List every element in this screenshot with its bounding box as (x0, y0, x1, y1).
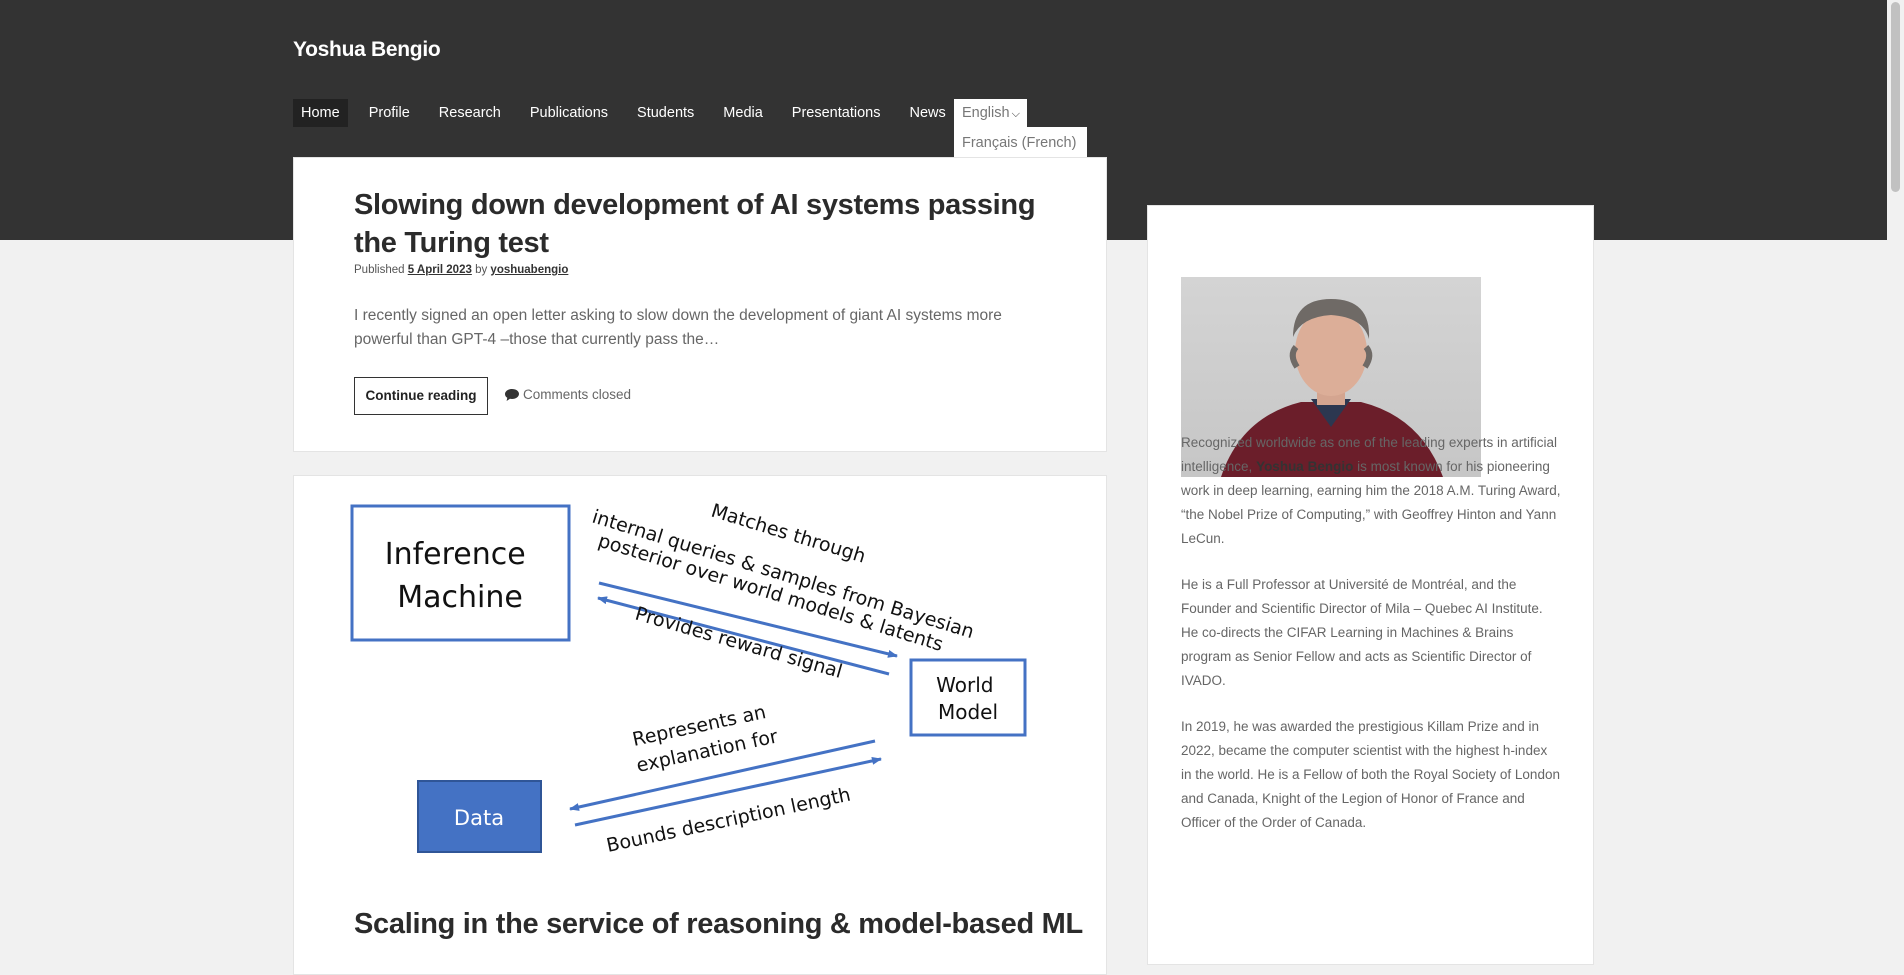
reasoning-diagram: Inference Machine World Model Data Match… (350, 500, 1027, 857)
post-meta: Published 5 April 2023 by yoshuabengio (354, 264, 568, 276)
nav-students[interactable]: Students (629, 99, 702, 127)
nav-home[interactable]: Home (293, 99, 348, 127)
nav-profile[interactable]: Profile (361, 99, 418, 127)
bio-paragraph-2: He is a Full Professor at Université de … (1181, 577, 1543, 688)
post-card-2: Inference Machine World Model Data Match… (293, 475, 1107, 975)
language-switcher[interactable]: English ⌵ (954, 99, 1027, 127)
matches-label-3: posterior over world models & latents (596, 530, 946, 656)
nav-publications[interactable]: Publications (522, 99, 616, 127)
bounds-label: Bounds description length (604, 784, 852, 857)
scrollbar-thumb[interactable] (1891, 2, 1900, 192)
comments-status: Comments closed (505, 387, 631, 402)
by-label: by (475, 264, 488, 276)
post-excerpt: I recently signed an open letter asking … (354, 307, 1002, 348)
nav-news[interactable]: News (901, 99, 953, 127)
post-title[interactable]: Slowing down development of AI systems p… (354, 186, 1054, 262)
nav-presentations[interactable]: Presentations (784, 99, 889, 127)
language-option-french[interactable]: Français (French) (954, 127, 1087, 157)
bio-name: Yoshua Bengio (1256, 459, 1354, 474)
post-date-link[interactable]: 5 April 2023 (408, 264, 472, 276)
bio-paragraph-1: Recognized worldwide as one of the leadi… (1181, 435, 1561, 546)
chevron-down-icon: ⌵ (1011, 108, 1020, 120)
published-label: Published (354, 264, 405, 276)
author-link[interactable]: yoshuabengio (490, 264, 568, 276)
inference-machine-box (350, 504, 571, 642)
nav-research[interactable]: Research (431, 99, 509, 127)
post-card: Slowing down development of AI systems p… (293, 157, 1107, 452)
site-title[interactable]: Yoshua Bengio (293, 38, 441, 62)
nav-media[interactable]: Media (715, 99, 771, 127)
page-scrollbar[interactable] (1887, 0, 1904, 947)
post-title-2[interactable]: Scaling in the service of reasoning & mo… (354, 905, 1083, 943)
comments-label: Comments closed (523, 387, 632, 402)
bio-paragraph-3: In 2019, he was awarded the prestigious … (1181, 719, 1560, 830)
sidebar: Recognized worldwide as one of the leadi… (1147, 205, 1594, 965)
continue-reading-button[interactable]: Continue reading (354, 377, 488, 415)
comment-icon (505, 389, 519, 401)
main-nav: Home Profile Research Publications Stude… (293, 99, 967, 127)
language-current: English (962, 105, 1010, 121)
data-label: Data (454, 806, 504, 830)
